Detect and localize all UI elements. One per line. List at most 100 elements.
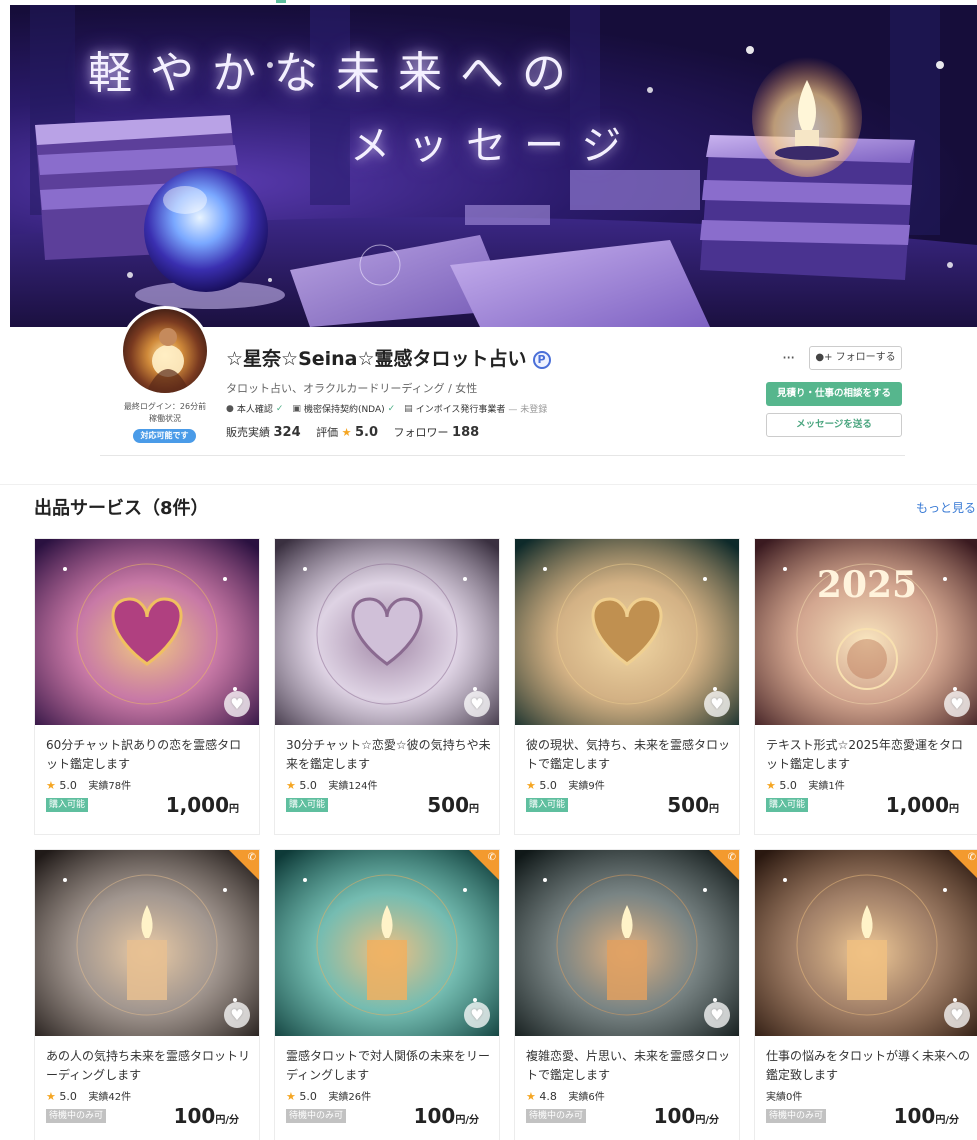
service-card[interactable]: ♥ 30分チャット☆恋愛☆彼の気持ちや未来を鑑定します ★ 5.0 実績124件…: [274, 538, 500, 835]
star-icon: ★: [46, 779, 56, 792]
service-price: 100円/分: [654, 1104, 719, 1128]
lock-icon: ▣: [292, 403, 301, 414]
service-title[interactable]: 30分チャット☆恋愛☆彼の気持ちや未来を鑑定します: [286, 736, 492, 774]
rating-value: 5.0: [355, 425, 379, 440]
service-price: 500円: [427, 793, 479, 817]
profile-stats: 販売実績 324 評価 ★ 5.0 フォロワー 188: [226, 424, 491, 440]
availability-badge: 対応可能です: [133, 429, 196, 443]
service-sales: 実績124件: [328, 781, 378, 792]
avatar[interactable]: [120, 306, 210, 396]
service-meta: ★ 5.0 実績124件: [286, 777, 377, 792]
section-divider: [0, 484, 977, 485]
profile-cover-banner: 軽やかな未来への メッセージ: [10, 5, 977, 327]
star-icon: ★: [766, 779, 776, 792]
service-thumbnail[interactable]: 2025 ♥: [755, 539, 977, 725]
service-thumbnail[interactable]: ✆ ♥: [755, 850, 977, 1036]
heart-icon[interactable]: ♥: [944, 1002, 970, 1028]
check-icon: ✓: [275, 403, 284, 414]
service-thumbnail[interactable]: ✆ ♥: [275, 850, 499, 1036]
service-title[interactable]: 仕事の悩みをタロットが導く未来への鑑定致します: [766, 1047, 972, 1085]
service-title[interactable]: 霊感タロットで対人関係の未来をリーディングします: [286, 1047, 492, 1085]
service-thumbnail[interactable]: ✆ ♥: [35, 850, 259, 1036]
service-price: 100円/分: [174, 1104, 239, 1128]
uptime-label: 稼働状況: [149, 414, 181, 423]
service-rating: 5.0: [779, 779, 797, 792]
service-sales: 実績26件: [328, 1092, 372, 1103]
follow-button[interactable]: ●+ フォローする: [809, 346, 902, 370]
heart-icon[interactable]: ♥: [464, 691, 490, 717]
service-card[interactable]: ♥ 彼の現状、気持ち、未来を霊感タロットで鑑定します ★ 5.0 実績9件 購入…: [514, 538, 740, 835]
service-title[interactable]: 複雑恋愛、片思い、未来を霊感タロットで鑑定します: [526, 1047, 732, 1085]
price-unit: 円: [469, 804, 479, 815]
service-sales: 実績0件: [766, 1092, 803, 1103]
heart-icon[interactable]: ♥: [224, 691, 250, 717]
service-thumbnail[interactable]: ✆ ♥: [515, 850, 739, 1036]
phone-icon: ✆: [727, 852, 736, 863]
heart-icon[interactable]: ♥: [944, 691, 970, 717]
service-card[interactable]: 2025 ♥ テキスト形式☆2025年恋愛運をタロット鑑定します ★ 5.0 実…: [754, 538, 977, 835]
heart-icon[interactable]: ♥: [464, 1002, 490, 1028]
service-card[interactable]: ✆ ♥ あの人の気持ち未来を霊感タロットリーディングします ★ 5.0 実績42…: [34, 849, 260, 1140]
profile-category: タロット占い、オラクルカードリーディング / 女性: [226, 382, 478, 395]
last-login-text: 最終ログイン：26分前: [123, 402, 207, 411]
service-title[interactable]: 60分チャット訳ありの恋を霊感タロット鑑定します: [46, 736, 252, 774]
user-icon: ●: [226, 403, 234, 414]
heart-icon[interactable]: ♥: [224, 1002, 250, 1028]
service-price: 100円/分: [894, 1104, 959, 1128]
star-icon: ★: [526, 779, 536, 792]
price-value: 100: [173, 1104, 216, 1128]
followers-count: 188: [452, 425, 480, 440]
price-value: 1,000: [885, 793, 949, 817]
service-title[interactable]: 彼の現状、気持ち、未来を霊感タロットで鑑定します: [526, 736, 732, 774]
see-more-link[interactable]: もっと見る: [916, 499, 976, 516]
pro-badge-icon: P: [532, 350, 551, 369]
service-card[interactable]: ✆ ♥ 霊感タロットで対人関係の未来をリーディングします ★ 5.0 実績26件…: [274, 849, 500, 1140]
service-sales: 実績78件: [88, 781, 132, 792]
purchase-status-badge: 購入可能: [766, 798, 809, 812]
service-card[interactable]: ✆ ♥ 仕事の悩みをタロットが導く未来への鑑定致します 実績0件 待機中のみ可 …: [754, 849, 977, 1140]
service-price: 100円/分: [414, 1104, 479, 1128]
service-rating: 5.0: [59, 779, 77, 792]
service-card[interactable]: ✆ ♥ 複雑恋愛、片思い、未来を霊感タロットで鑑定します ★ 4.8 実績6件 …: [514, 849, 740, 1140]
service-rating: 5.0: [299, 779, 317, 792]
service-thumbnail[interactable]: ♥: [275, 539, 499, 725]
identity-verified-label: 本人確認: [236, 405, 273, 415]
avatar-illustration: [145, 328, 191, 393]
quote-request-button[interactable]: 見積り・仕事の相談をする: [766, 382, 902, 406]
price-unit: 円/分: [695, 1115, 719, 1126]
more-icon[interactable]: ···: [782, 348, 795, 367]
service-rating: 4.8: [539, 1090, 557, 1103]
follow-label: フォローする: [835, 352, 896, 363]
service-sales: 実績9件: [568, 781, 605, 792]
purchase-status-badge: 待機中のみ可: [526, 1109, 587, 1123]
heart-icon[interactable]: ♥: [704, 691, 730, 717]
top-progress-tick: [276, 0, 286, 3]
service-rating: 5.0: [299, 1090, 317, 1103]
price-unit: 円/分: [455, 1115, 479, 1126]
banner-title-line1: 軽やかな未来への: [88, 48, 584, 99]
price-value: 1,000: [165, 793, 229, 817]
service-thumbnail[interactable]: ♥: [35, 539, 259, 725]
price-value: 500: [667, 793, 709, 817]
service-rating: 5.0: [539, 779, 557, 792]
price-value: 100: [653, 1104, 696, 1128]
service-title[interactable]: あの人の気持ち未来を霊感タロットリーディングします: [46, 1047, 252, 1085]
thumbnail-illustration: [755, 850, 977, 1036]
service-title[interactable]: テキスト形式☆2025年恋愛運をタロット鑑定します: [766, 736, 972, 774]
purchase-status-badge: 待機中のみ可: [46, 1109, 107, 1123]
star-icon: ★: [526, 1090, 536, 1103]
services-section-title: 出品サービス（8件）: [34, 498, 209, 519]
service-meta: 実績0件: [766, 1088, 802, 1103]
profile-name: ☆星奈☆Seina☆霊感タロット占い: [226, 348, 527, 370]
service-sales: 実績6件: [568, 1092, 605, 1103]
star-icon: ★: [286, 1090, 296, 1103]
service-card[interactable]: ♥ 60分チャット訳ありの恋を霊感タロット鑑定します ★ 5.0 実績78件 購…: [34, 538, 260, 835]
profile-name-row: ☆星奈☆Seina☆霊感タロット占い P: [226, 344, 551, 371]
price-unit: 円/分: [935, 1115, 959, 1126]
send-message-button[interactable]: メッセージを送る: [766, 413, 902, 437]
price-value: 100: [893, 1104, 936, 1128]
service-thumbnail[interactable]: ♥: [515, 539, 739, 725]
heart-icon[interactable]: ♥: [704, 1002, 730, 1028]
star-icon: ★: [341, 426, 352, 439]
price-unit: 円: [229, 804, 239, 815]
